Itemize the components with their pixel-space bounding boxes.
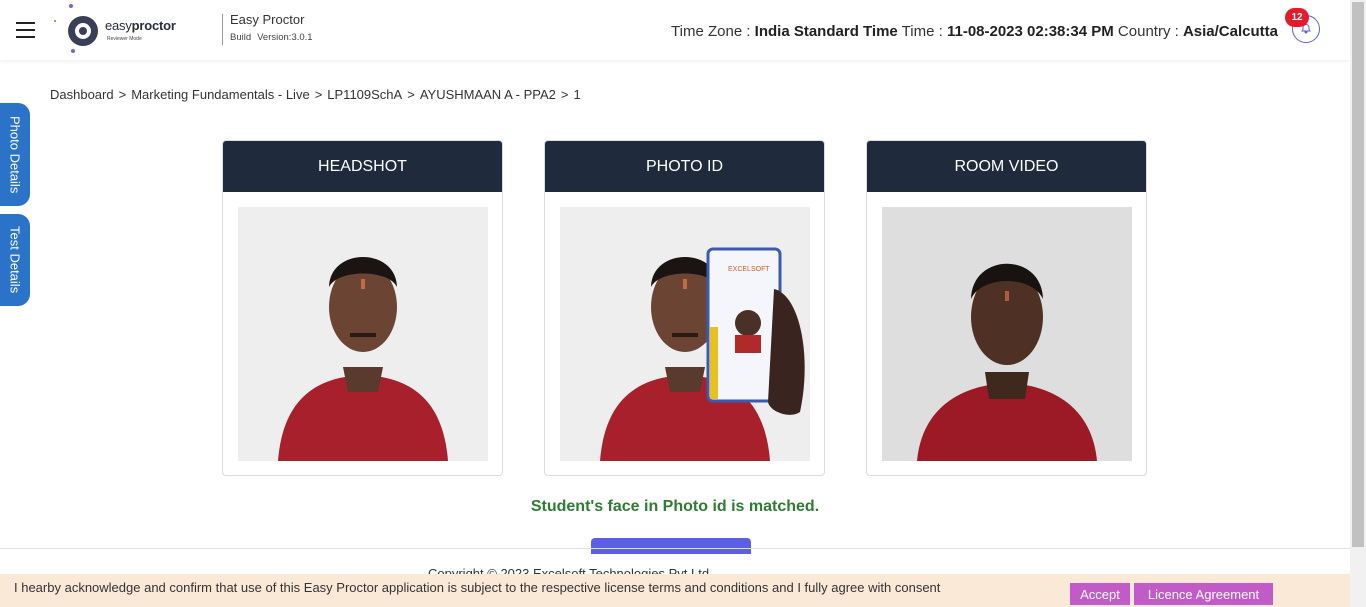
photo-id-card: PHOTO ID EXCELSOFT (544, 140, 825, 476)
page: easyproctor Reviewer Mode Easy Proctor B… (0, 0, 1366, 607)
timezone-value: India Standard Time (754, 23, 898, 40)
menu-icon[interactable] (16, 22, 35, 38)
room-video-title: ROOM VIDEO (867, 141, 1146, 192)
breadcrumb-candidate[interactable]: AYUSHMAAN A - PPA2 (420, 87, 556, 102)
headshot-card: HEADSHOT (222, 140, 503, 476)
top-header: easyproctor Reviewer Mode Easy Proctor B… (0, 0, 1350, 60)
breadcrumb-course[interactable]: Marketing Fundamentals - Live (131, 87, 309, 102)
breadcrumb-schedule[interactable]: LP1109SchA (327, 87, 402, 102)
headshot-title: HEADSHOT (223, 141, 502, 192)
app-name: Easy Proctor (230, 12, 305, 27)
side-tab-photo-details[interactable]: Photo Details (0, 103, 30, 206)
timezone-info: Time Zone : India Standard Time Time : 1… (671, 23, 1278, 40)
notification-badge: 12 (1285, 8, 1309, 27)
footer-divider (0, 548, 1350, 549)
breadcrumb: Dashboard > Marketing Fundamentals - Live >… (50, 87, 581, 102)
headshot-image[interactable] (238, 207, 488, 461)
header-divider (222, 14, 223, 45)
breadcrumb-current: 1 (573, 87, 581, 102)
time-value: 11-08-2023 02:38:34 PM (946, 23, 1114, 40)
room-video-frame[interactable] (882, 207, 1132, 461)
accept-button[interactable]: Accept (1070, 583, 1130, 605)
licence-agreement-button[interactable]: Licence Agreement (1134, 583, 1273, 605)
country-value: Asia/Calcutta (1182, 23, 1278, 40)
page-scrollbar[interactable] (1350, 0, 1366, 607)
action-button[interactable] (591, 538, 751, 554)
app-build: Build Version:3.0.1 (230, 32, 313, 43)
svg-text:EXCELSOFT: EXCELSOFT (728, 266, 770, 273)
face-match-message: Student's face in Photo id is matched. (530, 498, 820, 515)
consent-bar: I hearby acknowledge and confirm that us… (0, 574, 1350, 607)
room-video-card: ROOM VIDEO (866, 140, 1147, 476)
easyproctor-logo: easyproctor Reviewer Mode (54, 4, 194, 56)
side-tab-test-details[interactable]: Test Details (0, 214, 30, 306)
photo-id-title: PHOTO ID (545, 141, 824, 192)
scrollbar-thumb[interactable] (1352, 2, 1364, 547)
breadcrumb-dashboard[interactable]: Dashboard (50, 87, 114, 102)
consent-text: I hearby acknowledge and confirm that us… (14, 580, 941, 595)
photo-id-image[interactable]: EXCELSOFT (560, 207, 810, 461)
